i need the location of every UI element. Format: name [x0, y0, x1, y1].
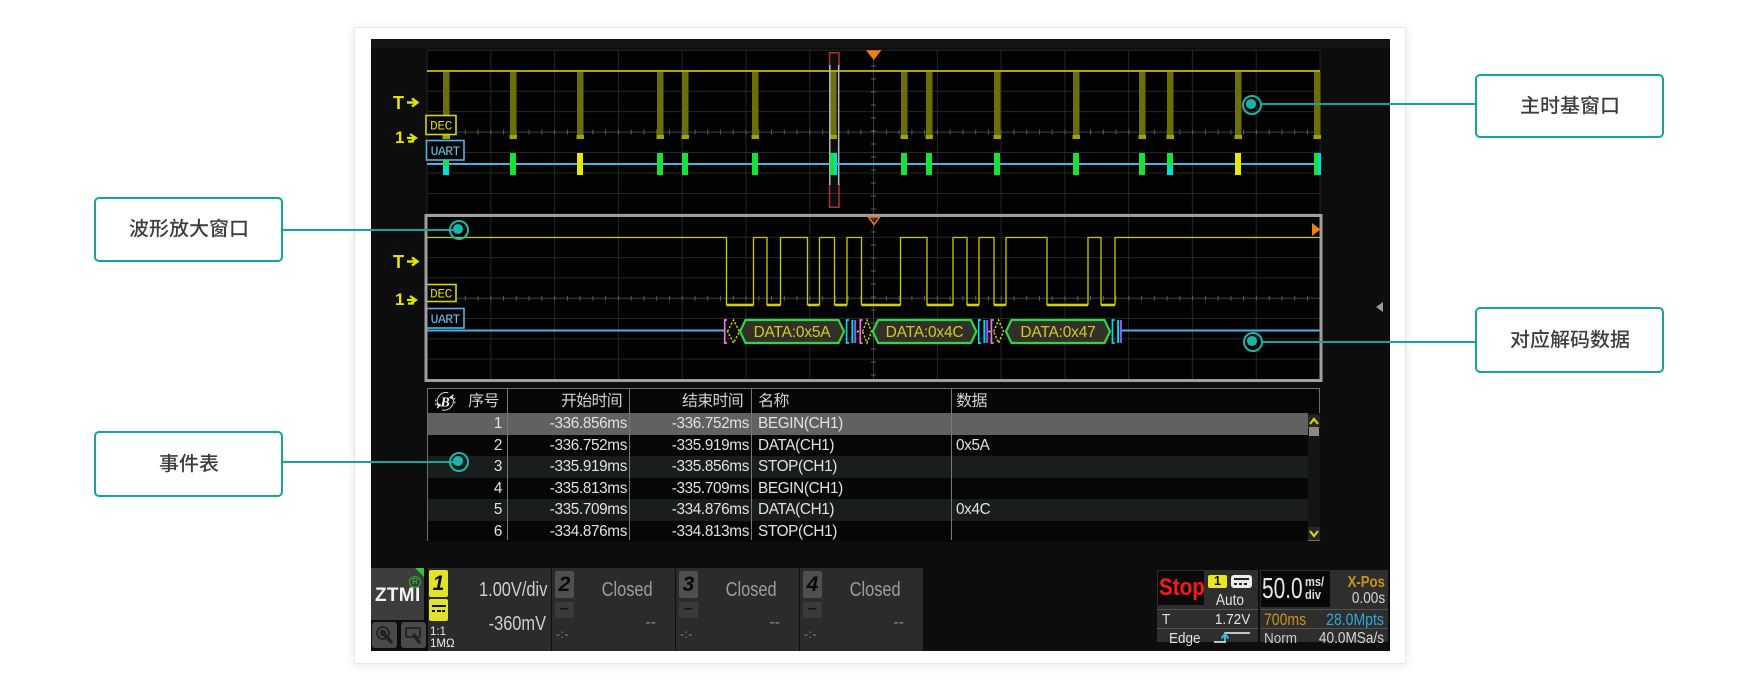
svg-text:B: B — [440, 395, 450, 410]
svg-text:UART: UART — [431, 312, 461, 327]
svg-text:DATA:0x47: DATA:0x47 — [1020, 324, 1095, 341]
svg-text:1: 1 — [395, 128, 404, 147]
svg-text:DEC: DEC — [430, 119, 453, 134]
svg-text:T: T — [393, 93, 404, 113]
svg-text:DATA:0x5A: DATA:0x5A — [754, 324, 832, 341]
svg-text:1: 1 — [395, 290, 404, 309]
svg-text:UART: UART — [431, 144, 461, 159]
svg-text:DATA:0x4C: DATA:0x4C — [886, 324, 964, 341]
svg-text:DEC: DEC — [430, 287, 453, 302]
svg-text:T: T — [393, 252, 404, 272]
